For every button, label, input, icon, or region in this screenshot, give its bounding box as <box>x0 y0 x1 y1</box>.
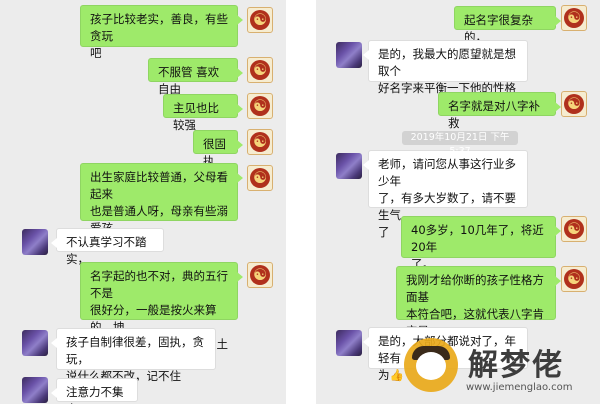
purple-flower-avatar-icon[interactable] <box>22 229 48 255</box>
sent-message-bubble[interactable]: 很固执 <box>193 130 243 168</box>
received-message-bubble[interactable]: 注意力不集中 <box>51 378 138 404</box>
purple-flower-avatar-icon[interactable] <box>336 42 362 68</box>
watermark-brand: 解梦佬 <box>468 348 564 383</box>
site-watermark: 解梦佬 www.jiemenglao.com <box>398 334 598 404</box>
sent-message-bubble[interactable]: 出生家庭比较普通，父母看起来 也是普通人呀，母亲有些溺爱孩 子 <box>80 163 243 252</box>
received-message-bubble[interactable]: 孩子自制律很差，固执，贪玩， 说什么都不改，记不住 <box>51 328 216 383</box>
received-message-bubble[interactable]: 是的，我最大的愿望就是想取个 好名字来平衡一下他的性格 <box>363 40 528 95</box>
received-message-bubble[interactable]: 不认真学习不踏实， <box>51 228 164 266</box>
watermark-url: www.jiemenglao.com <box>466 382 573 393</box>
sent-message-bubble[interactable]: 主见也比较强 <box>163 94 243 132</box>
sent-message-bubble[interactable]: 孩子比较老实，善良，有些贪玩 吧 <box>80 5 243 60</box>
sent-message-bubble[interactable]: 名字起的也不对，典的五行不是 很好分，一般是按火来算的，坤 明显是土，他的八字是… <box>80 262 243 368</box>
yinyang-avatar-icon[interactable]: ☯ <box>561 266 587 292</box>
received-message-bubble[interactable]: 老师，请问您从事这行业多少年 了，有多大岁数了，请不要生气 了 <box>363 150 528 239</box>
yinyang-avatar-icon[interactable]: ☯ <box>561 216 587 242</box>
yinyang-avatar-icon[interactable]: ☯ <box>247 93 273 119</box>
sent-message-bubble[interactable]: 不服管 喜欢自由 <box>148 58 243 96</box>
sent-message-bubble[interactable]: 40多岁，10几年了，将近20年 了。 <box>401 216 561 271</box>
yinyang-avatar-icon[interactable]: ☯ <box>247 7 273 33</box>
purple-flower-avatar-icon[interactable] <box>22 330 48 356</box>
purple-flower-avatar-icon[interactable] <box>336 153 362 179</box>
message-timestamp: 2019年10月21日 下午 5:37 <box>402 131 518 157</box>
sent-message-bubble[interactable]: 名字就是对八字补救 <box>438 92 561 130</box>
yinyang-avatar-icon[interactable]: ☯ <box>247 57 273 83</box>
sent-message-bubble[interactable]: 我刚才给你断的孩子性格方面基 本符合吧，这就代表八字肯定是 看对了，没问题的 <box>396 266 561 355</box>
purple-flower-avatar-icon[interactable] <box>22 377 48 403</box>
yinyang-avatar-icon[interactable]: ☯ <box>247 262 273 288</box>
yinyang-avatar-icon[interactable]: ☯ <box>561 5 587 31</box>
yinyang-avatar-icon[interactable]: ☯ <box>247 129 273 155</box>
left-chat-panel: 孩子比较老实，善良，有些贪玩 吧 ☯ 不服管 喜欢自由 ☯ 主见也比较强 ☯ 很… <box>0 0 286 404</box>
sent-message-bubble[interactable]: 起名字很复杂的， <box>454 6 561 44</box>
purple-flower-avatar-icon[interactable] <box>336 330 362 356</box>
yinyang-avatar-icon[interactable]: ☯ <box>561 91 587 117</box>
yinyang-avatar-icon[interactable]: ☯ <box>247 165 273 191</box>
